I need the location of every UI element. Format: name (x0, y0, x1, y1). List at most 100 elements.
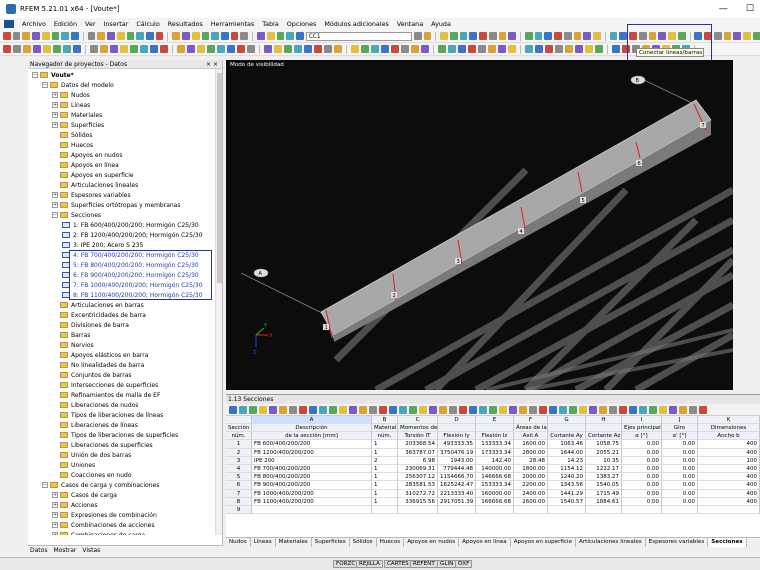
column-letter[interactable]: H (586, 416, 622, 425)
toolbar-tool-icon[interactable] (733, 32, 742, 40)
table-tool-icon[interactable] (529, 405, 537, 414)
toolbar-tool-icon[interactable] (438, 45, 446, 53)
toolbar-tool-icon[interactable] (247, 45, 255, 53)
table-tab-6[interactable]: Apoyos en nudos (404, 537, 460, 547)
table-tool-icon[interactable] (259, 405, 267, 414)
toolbar-tool-icon[interactable] (593, 32, 601, 40)
column-letter[interactable]: D (438, 416, 476, 425)
toolbar-tool-icon[interactable] (479, 32, 487, 40)
toolbar-tool-icon[interactable] (448, 45, 456, 53)
table-cell[interactable]: 1343.56 (548, 481, 586, 490)
toolbar-tool-icon[interactable] (609, 32, 618, 40)
table-tool-icon[interactable] (559, 405, 567, 414)
status-toggle-4[interactable]: GLIN (437, 560, 457, 568)
table-tab-2[interactable]: Materiales (276, 537, 312, 547)
tree-node[interactable]: Excentricidades de barra (52, 310, 146, 320)
table-cell[interactable]: 1884.61 (586, 497, 622, 506)
toolbar-tool-icon[interactable] (211, 32, 220, 40)
table-cell[interactable]: 2600.00 (514, 497, 548, 506)
toolbar-tool-icon[interactable] (563, 32, 572, 40)
menu-item-11[interactable]: Ayuda (427, 20, 455, 28)
toolbar-tool-icon[interactable] (498, 45, 506, 53)
table-cell[interactable]: 2200.00 (514, 481, 548, 490)
column-letter[interactable]: I (622, 416, 662, 425)
table-cell[interactable] (662, 506, 698, 515)
collapse-icon[interactable]: − (42, 82, 48, 88)
table-cell[interactable]: FB 800/400/200/200 (252, 473, 372, 482)
tab-mostrar[interactable]: Mostrar (53, 547, 76, 554)
tree-node[interactable]: Uniones (52, 460, 95, 470)
tree-node[interactable]: + Líneas (52, 100, 90, 110)
table-cell[interactable]: 166666.68 (476, 497, 514, 506)
tree-node[interactable]: Huecos (52, 140, 93, 150)
table-cell[interactable]: 100 (698, 456, 760, 465)
toolbar-tool-icon[interactable] (498, 32, 507, 40)
navigator-pin-close-icon[interactable]: × × (206, 60, 218, 69)
toolbar-tool-icon[interactable] (324, 45, 332, 53)
toolbar-tool-icon[interactable] (286, 32, 295, 40)
toolbar-tool-icon[interactable] (126, 32, 135, 40)
table-cell[interactable]: 1540.05 (586, 481, 622, 490)
toolbar-tool-icon[interactable] (100, 45, 108, 53)
toolbar-tool-icon[interactable] (43, 45, 51, 53)
table-cell[interactable]: 0.00 (662, 440, 698, 449)
table-cell[interactable] (698, 506, 760, 515)
table-tool-icon[interactable] (699, 405, 707, 414)
tree-node[interactable]: Unión de dos barras (52, 450, 131, 460)
table-cell[interactable] (398, 506, 438, 515)
table-tool-icon[interactable] (549, 405, 557, 414)
toolbar-tool-icon[interactable] (361, 45, 369, 53)
toolbar-tool-icon[interactable] (713, 32, 722, 40)
toolbar-tool-icon[interactable] (752, 32, 760, 40)
toolbar-tool-icon[interactable] (160, 45, 168, 53)
table-cell[interactable]: 0.00 (662, 473, 698, 482)
toolbar-tool-icon[interactable] (508, 45, 516, 53)
table-cell[interactable]: 1625242.47 (438, 481, 476, 490)
tree-node[interactable]: Liberaciones de nudos (52, 400, 138, 410)
tree-node[interactable]: Barras (52, 330, 90, 340)
table-tool-icon[interactable] (589, 405, 597, 414)
table-cell[interactable]: FB 900/400/200/200 (252, 481, 372, 490)
toolbar-tool-icon[interactable] (743, 32, 751, 40)
table-cell[interactable]: 133333.34 (476, 440, 514, 449)
document-icon[interactable] (4, 20, 14, 28)
toolbar-tool-icon[interactable] (411, 45, 419, 53)
table-cell[interactable]: 1063.46 (548, 440, 586, 449)
table-cell[interactable]: 0.00 (622, 456, 662, 465)
minimize-button[interactable]: — (719, 0, 728, 18)
toolbar-tool-icon[interactable] (525, 45, 533, 53)
tree-node[interactable]: + Casos de carga (52, 490, 117, 500)
tree-node[interactable]: − Casos de carga y combinaciones (42, 480, 159, 490)
table-tool-icon[interactable] (609, 405, 617, 414)
toolbar-tool-icon[interactable] (12, 32, 21, 40)
tree-node[interactable]: + Nudos (52, 90, 90, 100)
table-tab-1[interactable]: Líneas (251, 537, 276, 547)
toolbar-tool-icon[interactable] (90, 45, 98, 53)
table-cell[interactable]: 3 (226, 456, 252, 465)
column-letter[interactable]: B (372, 416, 398, 425)
table-tool-icon[interactable] (289, 405, 297, 414)
toolbar-tool-icon[interactable] (459, 32, 468, 40)
table-cell[interactable]: 1 (372, 497, 398, 506)
table-cell[interactable]: 0.00 (622, 497, 662, 506)
menu-item-6[interactable]: Herramientas (207, 20, 259, 28)
table-tool-icon[interactable] (349, 405, 357, 414)
table-cell[interactable]: 1154.12 (548, 465, 586, 474)
table-cell[interactable]: 0.00 (622, 481, 662, 490)
table-cell[interactable]: 6.98 (398, 456, 438, 465)
table-cell[interactable]: 1943.00 (438, 456, 476, 465)
table-cell[interactable]: 1800.00 (514, 465, 548, 474)
table-tool-icon[interactable] (539, 405, 547, 414)
table-cell[interactable]: 0.00 (622, 473, 662, 482)
table-cell[interactable]: 1240.20 (548, 473, 586, 482)
column-letter[interactable]: K (698, 416, 760, 425)
expand-icon[interactable]: + (52, 502, 58, 508)
table-tool-icon[interactable] (239, 405, 247, 414)
table-tool-icon[interactable] (399, 405, 407, 414)
toolbar-tool-icon[interactable] (240, 32, 249, 40)
table-cell[interactable]: 230069.31 (398, 465, 438, 474)
table-tab-10[interactable]: Espesores variables (646, 537, 709, 547)
table-tool-icon[interactable] (619, 405, 627, 414)
table-cell[interactable]: 1 (372, 465, 398, 474)
table-cell[interactable]: 0.00 (622, 465, 662, 474)
